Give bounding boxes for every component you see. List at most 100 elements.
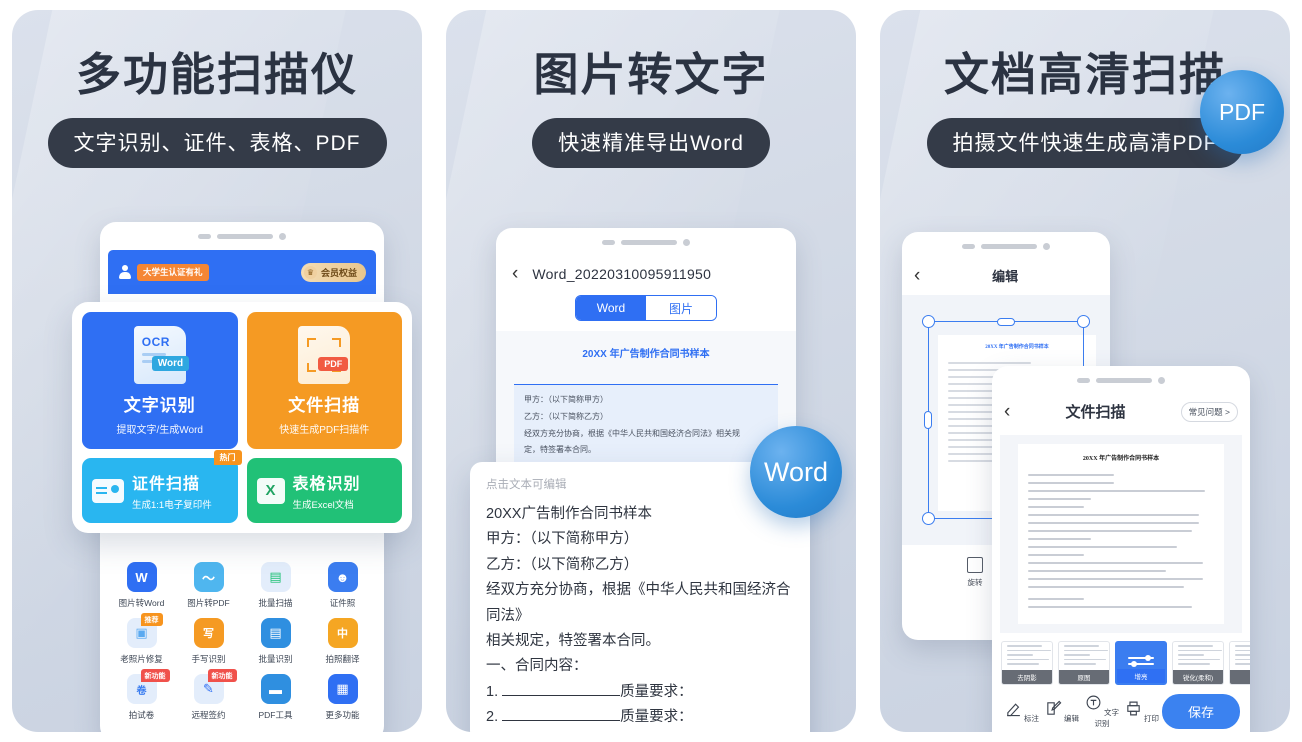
grid-item-label: PDF工具 [258,710,293,720]
feature-tile-table-recognition[interactable]: X 表格识别 生成Excel文档 [246,458,402,523]
vip-benefits-button[interactable]: ♛ 会员权益 [300,262,366,282]
screen-title: 编辑 [992,269,1019,284]
scan-pdf-icon: PDF [298,326,351,384]
blank-field[interactable] [502,694,621,696]
grid-item[interactable]: ☻ 证件照 [309,562,376,609]
id-card-icon [92,478,124,503]
avatar-icon [118,265,132,279]
grid-item[interactable]: W 图片转Word [108,562,175,609]
page-title: 图片转文字 [533,49,769,100]
filter-label: 锐 [1230,670,1250,684]
faq-button[interactable]: 常见问题 > [1180,401,1238,422]
grid-item-label: 图片转PDF [187,598,230,608]
grid-item-label: 拍试卷 [128,710,155,720]
grid-item-label: 批量识别 [258,654,293,664]
save-button[interactable]: 保存 [1162,694,1241,729]
image-to-pdf-icon: 〜 [193,562,224,592]
nav-bar: ‹ Word_20220310095911950 [496,254,796,289]
grid-item-label: 老照片修复 [120,654,163,664]
tab-word[interactable]: Word [576,296,646,320]
grid-badge: 新功能 [140,669,170,682]
home-top-banner: 大学生认证有礼 ♛ 会员权益 [108,250,376,294]
batch-scan-icon: ▤ [260,562,291,592]
grid-item[interactable]: 新功能 ✎ 远程签约 [175,669,242,721]
feature-tile-id-scan[interactable]: 热门 证件扫描 生成1:1电子复印件 [82,450,242,523]
filter-thumbnail-strip[interactable]: 去阴影 原图 增亮 锐化(柔和) [992,633,1250,685]
rotate-icon [967,557,983,573]
rotate-button[interactable]: 旋转 [967,557,983,588]
rotate-label: 旋转 [967,578,983,587]
grid-item[interactable]: ▬ PDF工具 [242,674,309,721]
grid-item[interactable]: 〜 图片转PDF [175,562,242,609]
editable-text-card[interactable]: 点击文本可编辑 20XX广告制作合同书样本 甲方：（以下简称甲方） 乙方：（以下… [470,462,810,732]
grid-badge: 新功能 [207,669,237,682]
document-title: Word_20220310095911950 [532,265,712,282]
adjust-slider-icon [1128,653,1154,669]
feature-desc: 快速生成PDF扫描件 [279,425,370,436]
screen-title: 文件扫描 [1065,404,1126,421]
blank-field[interactable] [502,720,621,721]
phone-mockup-file-scan: ‹ 文件扫描 常见问题 > 20XX 年广告制作合同书样本 去阴影 原图 增亮 … [992,366,1250,732]
subtitle-pill: 文字识别、证件、表格、PDF [47,117,387,168]
user-area[interactable]: 大学生认证有礼 [118,263,209,281]
crop-handle-top-right[interactable] [1077,315,1090,328]
student-verify-badge[interactable]: 大学生认证有礼 [136,263,209,281]
segmented-control[interactable]: Word 图片 [575,295,717,321]
tab-image[interactable]: 图片 [646,296,716,320]
feature-desc: 生成1:1电子复印件 [132,500,212,511]
phone-notch [902,232,1110,258]
feature-tile-file-scan[interactable]: PDF 文件扫描 快速生成PDF扫描件 [246,312,402,449]
list-number: 1. [486,683,499,700]
crop-handle-left[interactable] [924,411,932,429]
preview-line: 甲方：（以下简称甲方） [524,395,608,404]
word-badge-bubble: Word [750,426,842,518]
filter-thumb[interactable]: 锐化(柔和) [1172,641,1224,685]
grid-item-label: 更多功能 [325,710,360,720]
text-recognition-button[interactable]: 文字识别 [1082,694,1122,729]
annotate-button[interactable]: 标注 [1002,700,1042,724]
feature-title: 文件扫描 [288,396,361,415]
extracted-text[interactable]: 20XX广告制作合同书样本 甲方：（以下简称甲方） 乙方：（以下简称乙方） 经双… [486,502,794,732]
filter-label: 去阴影 [1002,670,1052,684]
preview-title: 20XX 年广告制作合同书样本 [582,349,710,360]
print-icon [1127,701,1140,715]
filter-thumb[interactable]: 去阴影 [1001,641,1053,685]
grid-item[interactable]: 中 拍照翻译 [309,618,376,665]
crop-handle-bottom-left[interactable] [922,512,935,525]
print-button[interactable]: 打印 [1122,700,1162,724]
phone-notch [100,222,384,248]
filter-label: 锐化(柔和) [1173,670,1223,684]
grid-item[interactable]: ▦ 更多功能 [309,674,376,721]
edit-button[interactable]: 编辑 [1042,700,1082,724]
edit-icon [1047,700,1062,715]
grid-item[interactable]: 新功能 卷 拍试卷 [108,669,175,721]
scan-bottom-bar: 标注 编辑 文字识别 打印 保存 [992,685,1250,729]
filter-thumb-selected[interactable]: 增亮 [1115,641,1167,685]
batch-recognize-icon: ▤ [260,618,291,648]
grid-item[interactable]: 推荐 ▣ 老照片修复 [108,613,175,665]
handwriting-icon: 写 [193,618,224,648]
crop-handle-top[interactable] [997,318,1015,326]
edit-label: 编辑 [1064,713,1080,723]
filter-thumb[interactable]: 原图 [1058,641,1110,685]
feature-tile-text-recognition[interactable]: OCR Word 文字识别 提取文字/生成Word [82,312,238,449]
text-line: 经双方充分协商，根据《中华人民共和国经济合同法》 [486,582,791,624]
back-icon[interactable]: ‹ [512,264,518,283]
scan-preview-area[interactable]: 20XX 年广告制作合同书样本 [1000,435,1242,633]
promo-panel-1: 多功能扫描仪 文字识别、证件、表格、PDF 大学生认证有礼 ♛ 会员权益 W 图… [12,10,422,732]
grid-badge: 推荐 [140,613,163,626]
text-line: 甲方：（以下简称甲方） [486,531,639,548]
photo-translate-icon: 中 [327,618,358,648]
feature-desc: 生成Excel文档 [292,500,354,511]
crop-handle-top-left[interactable] [922,315,935,328]
print-label: 打印 [1144,713,1160,723]
list-tail: 质量要求： [620,683,693,700]
grid-item[interactable]: 写 手写识别 [175,618,242,665]
grid-item[interactable]: ▤ 批量扫描 [242,562,309,609]
panel-2-header: 图片转文字 快速精准导出Word [446,10,856,168]
paper-title: 20XX 年广告制作合同书样本 [1082,456,1160,462]
nav-bar: ‹ 编辑 [902,258,1110,289]
text-line: 乙方：（以下简称乙方） [486,556,639,573]
grid-item[interactable]: ▤ 批量识别 [242,618,309,665]
filter-thumb[interactable]: 锐 [1229,641,1250,685]
